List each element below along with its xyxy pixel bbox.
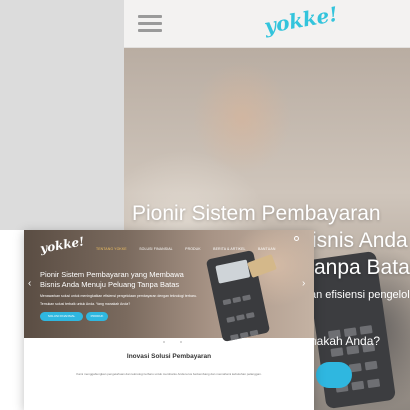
background-panel xyxy=(0,0,124,230)
desktop-hero-title-line: Pionir Sistem Pembayaran yang Membawa xyxy=(40,270,184,279)
carousel-indicators xyxy=(162,330,183,348)
nav-item-tentang[interactable]: TENTANG YOKKE xyxy=(96,247,127,251)
nav-item-bantuan[interactable]: BANTUAN xyxy=(258,247,275,251)
section-text: Kami menggabungkan pengetahuan dan tekno… xyxy=(76,372,262,376)
mobile-hero-subtitle: an efisiensi pengelola xyxy=(310,289,410,301)
desktop-logo[interactable]: yokke! xyxy=(39,234,85,256)
desktop-hero-question: Temukan solusi terbaik untuk Anda. Yang … xyxy=(40,302,131,306)
hamburger-menu-icon[interactable] xyxy=(138,14,164,34)
solusi-finansial-button[interactable]: SOLUSI FINANSIAL xyxy=(40,312,83,321)
search-icon[interactable] xyxy=(294,236,299,241)
desktop-hero: yokke! TENTANG YOKKE SOLUSI FINANSIAL PR… xyxy=(24,230,314,343)
produk-button[interactable]: PRODUK xyxy=(86,312,108,321)
mobile-hero-title-line: Pionir Sistem Pembayaran xyxy=(132,202,381,225)
desktop-nav: TENTANG YOKKE SOLUSI FINANSIAL PRODUK BE… xyxy=(96,237,283,255)
carousel-dot[interactable] xyxy=(179,341,182,343)
carousel-dot[interactable] xyxy=(171,341,174,343)
mobile-cta-button[interactable] xyxy=(316,362,352,388)
nav-item-solusi[interactable]: SOLUSI FINANSIAL xyxy=(139,247,173,251)
chevron-left-icon[interactable]: ‹ xyxy=(28,278,31,289)
nav-item-berita[interactable]: BERITA & ARTIKEL xyxy=(213,247,245,251)
mobile-header: yokke! xyxy=(124,0,410,48)
nav-item-produk[interactable]: PRODUK xyxy=(185,247,201,251)
desktop-hero-title-line: Bisnis Anda Menuju Peluang Tanpa Batas xyxy=(40,280,180,289)
section-title: Inovasi Solusi Pembayaran xyxy=(126,353,212,360)
carousel-dot[interactable] xyxy=(163,341,165,343)
chevron-right-icon[interactable]: › xyxy=(302,278,305,289)
mobile-logo[interactable]: yokke! xyxy=(262,2,339,39)
desktop-hero-subtitle: Menawarkan solusi untuk meningkatkan efi… xyxy=(40,294,198,298)
desktop-preview: yokke! TENTANG YOKKE SOLUSI FINANSIAL PR… xyxy=(24,230,314,410)
mobile-hero-question: nakah Anda? xyxy=(310,334,381,348)
desktop-hero-title: Pionir Sistem Pembayaran yang Membawa Bi… xyxy=(40,270,240,290)
